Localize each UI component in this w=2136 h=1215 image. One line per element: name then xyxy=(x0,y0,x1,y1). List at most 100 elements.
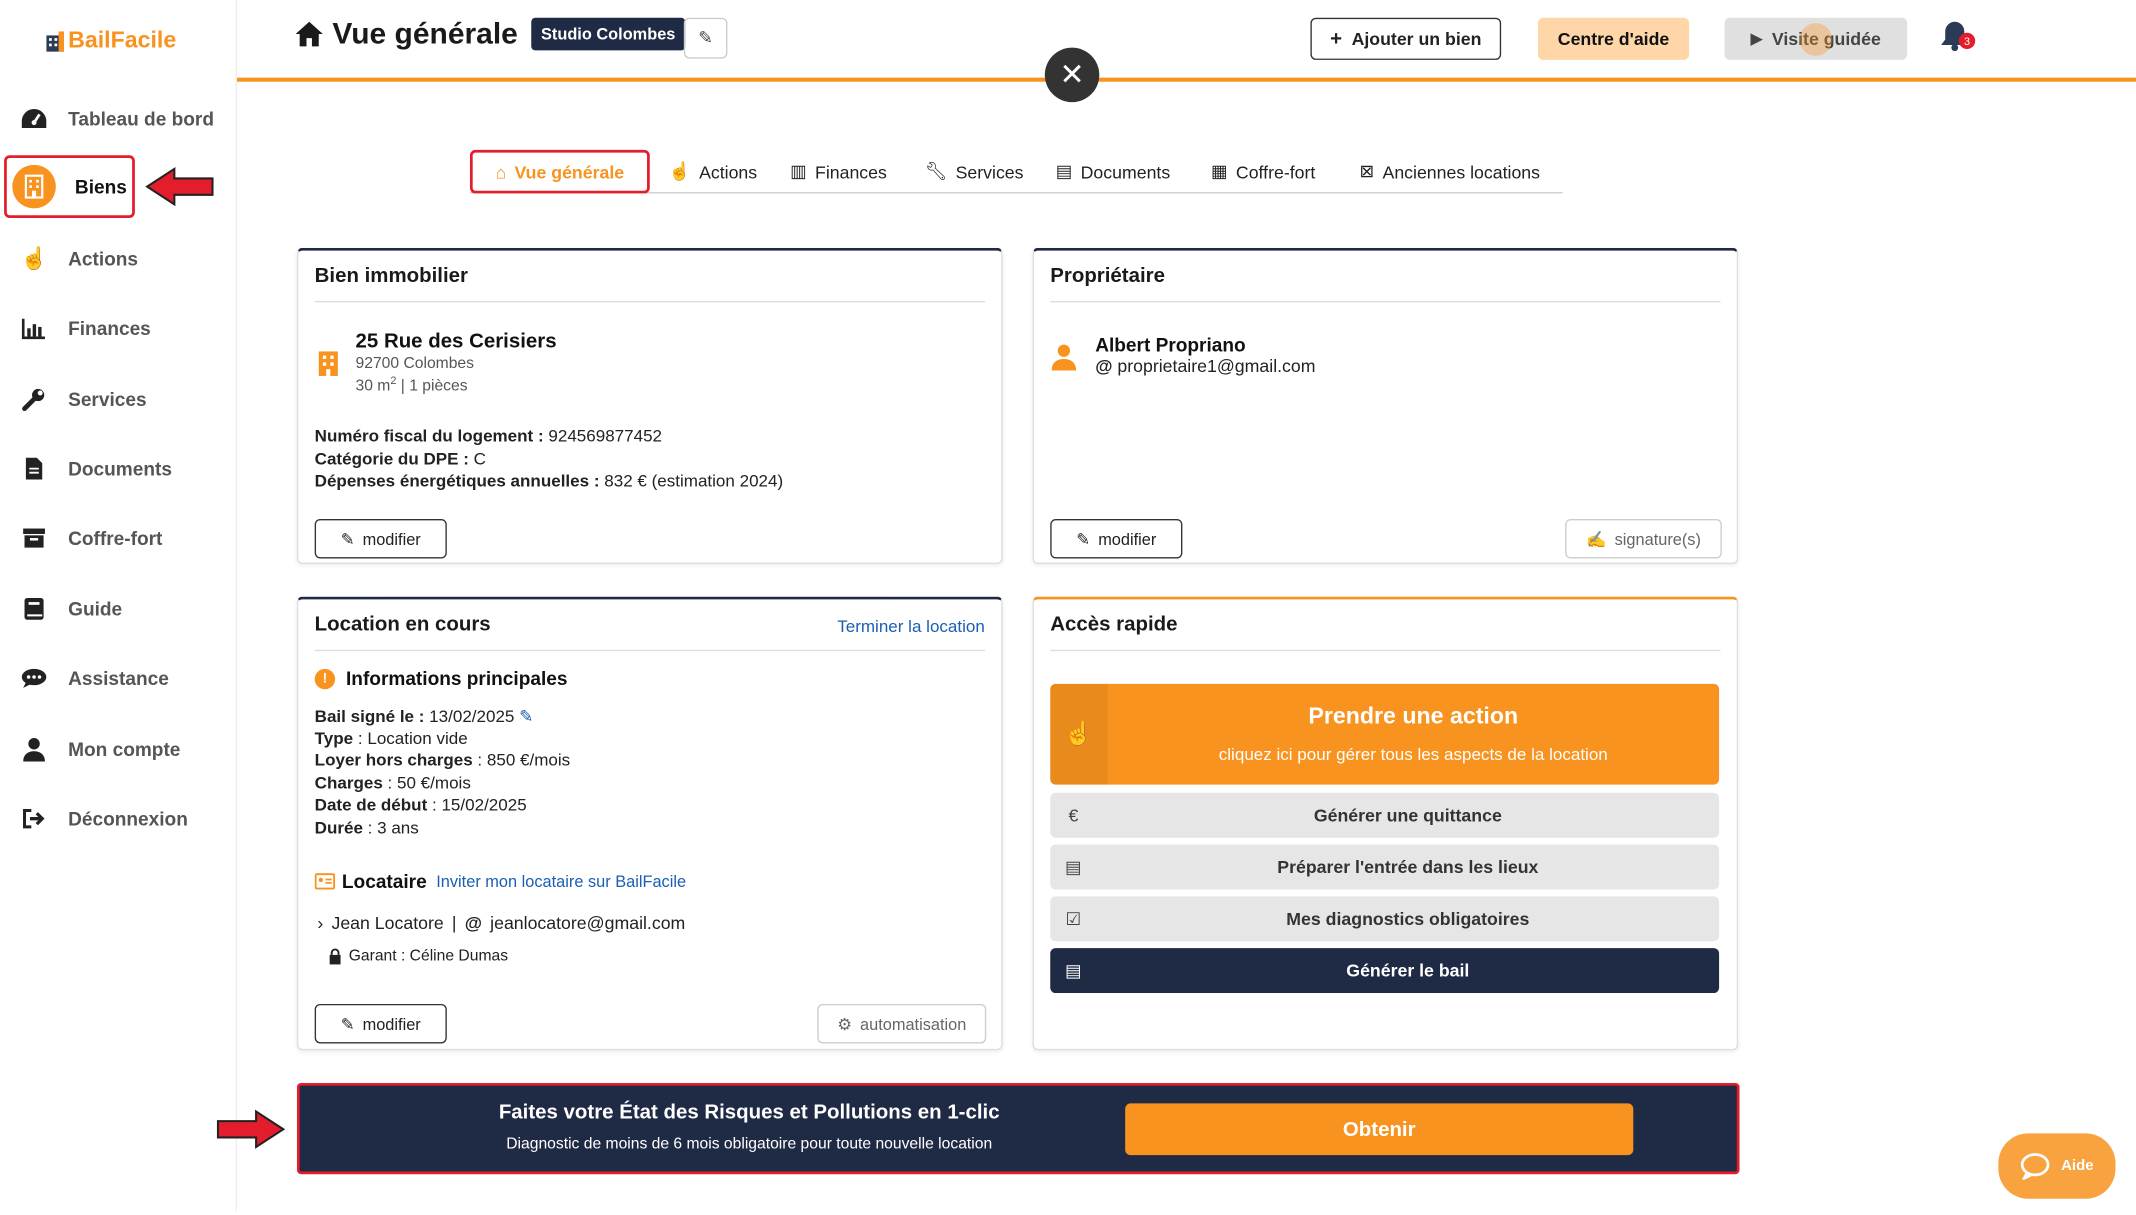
euro-icon: € xyxy=(1068,805,1079,826)
owner-email: proprietaire1@gmail.com xyxy=(1117,355,1316,376)
sidebar-item-documents[interactable]: Documents xyxy=(19,448,172,489)
tenant-row[interactable]: › Jean Locatore | @ jeanlocatore@gmail.c… xyxy=(317,913,685,933)
guided-tour-button[interactable]: ▶ Visite guidée xyxy=(1724,17,1908,60)
tab-finances[interactable]: ▥ Finances xyxy=(790,150,887,194)
close-overlay-button[interactable]: ✕ xyxy=(1044,47,1100,103)
clipboard-check-icon: ☑ xyxy=(1065,907,1082,929)
property-card: Bien immobilier 25 Rue des Cerisiers 927… xyxy=(296,247,1003,564)
edit-date-pencil-icon[interactable]: ✎ xyxy=(519,707,533,726)
tenant-name: Jean Locatore xyxy=(331,912,444,934)
lease-start-date: Date de début : 15/02/2025 xyxy=(314,795,527,815)
pointer-hand-icon: ☝ xyxy=(20,247,48,272)
pointer-hand-icon: ☝ xyxy=(668,160,691,182)
sidebar-item-coffre-fort[interactable]: Coffre-fort xyxy=(19,518,162,559)
building-icon xyxy=(318,351,338,376)
pointer-hand-icon: ☝ xyxy=(1050,683,1108,785)
dashboard-icon xyxy=(19,104,49,134)
sidebar-item-biens[interactable]: Biens xyxy=(4,155,135,218)
invite-tenant-link[interactable]: Inviter mon locataire sur BailFacile xyxy=(436,872,686,891)
lease-type: Type : Location vide xyxy=(314,728,468,748)
help-chat-button[interactable]: Aide xyxy=(1998,1133,2116,1199)
tab-documents[interactable]: ▤ Documents xyxy=(1056,150,1170,194)
page-title: Vue générale Studio Colombes xyxy=(294,16,685,51)
quick-access-card: Accès rapide ☝ Prendre une action clique… xyxy=(1032,596,1739,1051)
add-property-button[interactable]: + Ajouter un bien xyxy=(1310,17,1502,60)
lease-rent: Loyer hors charges : 850 €/mois xyxy=(314,750,571,770)
sidebar-item-actions[interactable]: ☝ Actions xyxy=(19,238,138,279)
tab-actions[interactable]: ☝ Actions xyxy=(669,150,757,194)
notifications-bell-button[interactable]: 3 xyxy=(1940,19,1978,57)
edit-property-button[interactable]: ✎ modifier xyxy=(314,518,447,559)
lease-card-title: Location en cours xyxy=(314,612,491,637)
play-icon: ▶ xyxy=(1750,31,1763,48)
automation-button[interactable]: ⚙ automatisation xyxy=(817,1003,987,1044)
obtain-button[interactable]: Obtenir xyxy=(1125,1103,1634,1156)
brand-name: BailFacile xyxy=(68,27,177,54)
gears-icon: ⚙ xyxy=(837,1014,852,1034)
banner-subtitle: Diagnostic de moins de 6 mois obligatoir… xyxy=(506,1136,993,1153)
wrench-icon: 🔧︎ xyxy=(924,160,948,182)
sidebar-item-mon-compte[interactable]: Mon compte xyxy=(19,729,180,770)
erp-promo-banner: Faites votre État des Risques et Polluti… xyxy=(296,1082,1740,1175)
property-badge: Studio Colombes xyxy=(531,17,685,51)
cursor-highlight xyxy=(1799,23,1833,56)
sidebar-item-assistance[interactable]: Assistance xyxy=(19,658,169,699)
building-logo-icon xyxy=(46,30,65,52)
prepare-entry-button[interactable]: ▤ Préparer l'entrée dans les lieux xyxy=(1050,844,1720,890)
owner-card-title: Propriétaire xyxy=(1050,264,1165,288)
home-icon xyxy=(295,21,323,47)
generate-lease-button[interactable]: ▤ Générer le bail xyxy=(1050,948,1720,994)
help-center-button[interactable]: Centre d'aide xyxy=(1537,17,1690,60)
chat-icon xyxy=(19,663,49,693)
tab-anciennes-locations[interactable]: ⊠ Anciennes locations xyxy=(1359,150,1540,194)
fiscal-number: Numéro fiscal du logement : 924569877452 xyxy=(314,426,663,446)
annotation-arrow-left-icon xyxy=(145,167,214,207)
tab-coffre-fort[interactable]: ▦ Coffre-fort xyxy=(1211,150,1315,194)
take-action-button[interactable]: ☝ Prendre une action cliquez ici pour gé… xyxy=(1050,683,1720,785)
edit-property-name-button[interactable]: ✎ xyxy=(683,17,728,59)
archive-icon xyxy=(19,523,49,553)
sidebar-item-finances[interactable]: Finances xyxy=(19,308,151,349)
signature-edit-icon: ✍ xyxy=(1586,529,1607,549)
archive-icon: ▦ xyxy=(1210,160,1228,182)
owner-name: Albert Propriano xyxy=(1095,333,1246,356)
notification-count-badge: 3 xyxy=(1958,32,1976,50)
sidebar-item-services[interactable]: Services xyxy=(19,379,147,420)
wrench-icon xyxy=(19,384,49,414)
book-icon xyxy=(19,594,49,624)
mandatory-diagnostics-button[interactable]: ☑ Mes diagnostics obligatoires xyxy=(1050,896,1720,942)
top-header: Vue générale Studio Colombes ✎ + Ajouter… xyxy=(237,0,2136,82)
lease-charges: Charges : 50 €/mois xyxy=(314,773,471,793)
building-icon xyxy=(12,164,56,209)
brand-logo[interactable]: BailFacile xyxy=(46,27,176,54)
chat-bubble-icon xyxy=(2020,1153,2050,1180)
user-icon xyxy=(19,734,49,764)
sidebar-item-dashboard[interactable]: Tableau de bord xyxy=(19,98,214,139)
tenant-heading: Locataire Inviter mon locataire sur Bail… xyxy=(314,870,686,892)
main-info-heading: ! Informations principales xyxy=(314,667,567,689)
sidebar-item-guide[interactable]: Guide xyxy=(19,588,122,629)
lock-icon xyxy=(329,948,341,965)
edit-owner-button[interactable]: ✎ modifier xyxy=(1050,518,1183,559)
document-icon: ▤ xyxy=(1065,959,1082,981)
pencil-icon: ✎ xyxy=(340,529,355,549)
property-address: 25 Rue des Cerisiers xyxy=(355,329,557,353)
owner-email-row: @ proprietaire1@gmail.com xyxy=(1095,356,1315,376)
generate-receipt-button[interactable]: € Générer une quittance xyxy=(1050,792,1720,838)
plus-icon: + xyxy=(1330,27,1343,51)
tab-vue-generale[interactable]: ⌂ Vue générale xyxy=(469,149,650,194)
signatures-button[interactable]: ✍ signature(s) xyxy=(1565,518,1722,559)
at-icon: @ xyxy=(1095,355,1118,376)
tab-services[interactable]: 🔧︎ Services xyxy=(925,150,1024,194)
close-icon: ✕ xyxy=(1059,57,1085,92)
sidebar-item-deconnexion[interactable]: Déconnexion xyxy=(19,798,188,839)
tenant-email: jeanlocatore@gmail.com xyxy=(490,912,686,934)
home-icon: ⌂ xyxy=(495,161,507,182)
id-card-icon xyxy=(314,873,336,890)
banner-title: Faites votre État des Risques et Polluti… xyxy=(498,1100,1000,1124)
end-lease-link[interactable]: Terminer la location xyxy=(837,617,985,636)
at-icon: @ xyxy=(464,912,482,934)
calendar-x-icon: ⊠ xyxy=(1359,160,1375,182)
logout-icon xyxy=(19,804,49,834)
edit-lease-button[interactable]: ✎ modifier xyxy=(314,1003,447,1044)
